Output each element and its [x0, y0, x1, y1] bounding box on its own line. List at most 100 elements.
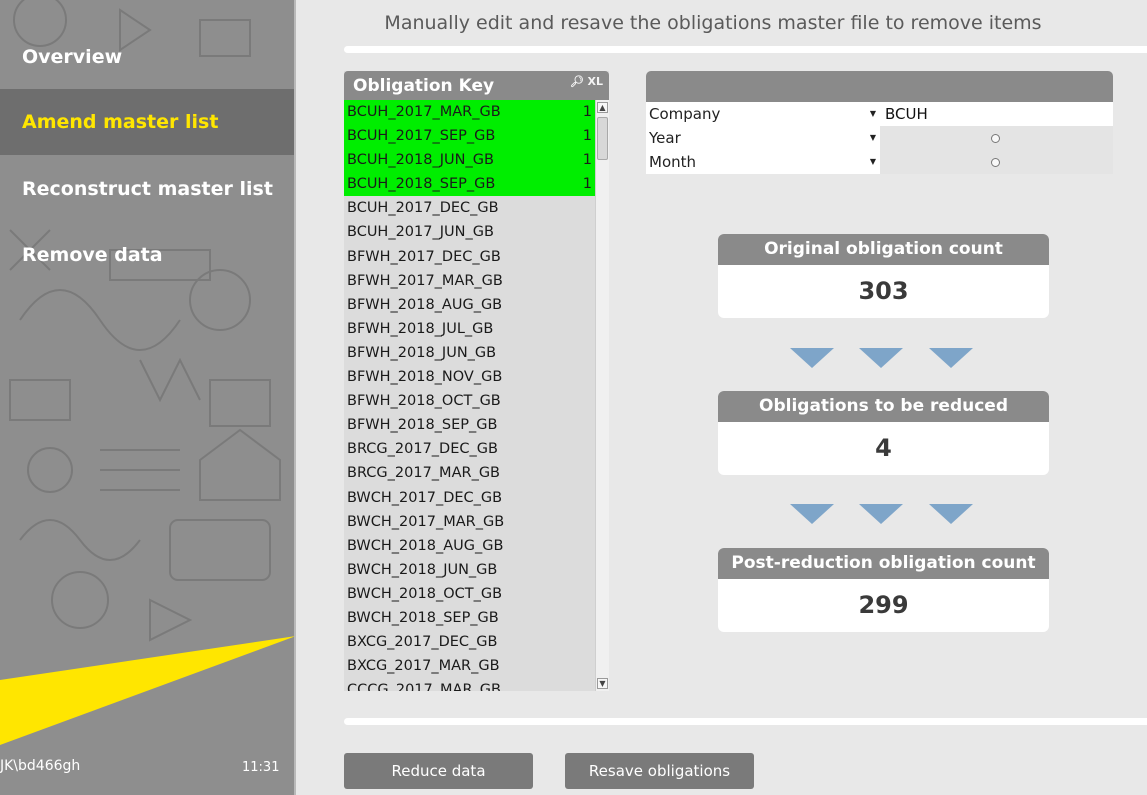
list-item-label: BCUH_2017_DEC_GB: [347, 200, 499, 217]
list-item[interactable]: BRCG_2017_DEC_GB: [344, 437, 595, 461]
kpi-to-be-reduced: Obligations to be reduced 4: [718, 391, 1049, 475]
dropdown-caret-icon[interactable]: ▼: [870, 150, 876, 174]
sidebar-item-amend-master-list[interactable]: Amend master list: [0, 89, 296, 155]
list-item-frequency: 1: [582, 176, 592, 193]
dropdown-caret-icon[interactable]: ▼: [870, 102, 876, 126]
sidebar-item-overview[interactable]: Overview: [0, 24, 296, 90]
sidebar-item-remove-data[interactable]: Remove data: [0, 222, 296, 288]
multibox-value-month[interactable]: [880, 150, 1113, 174]
sidebar-edge: [294, 0, 296, 795]
list-item[interactable]: BWCH_2017_DEC_GB: [344, 486, 595, 510]
resave-obligations-button[interactable]: Resave obligations: [565, 753, 754, 789]
clock: 11:31: [242, 760, 280, 775]
list-item[interactable]: BRCG_2017_MAR_GB: [344, 461, 595, 485]
sidebar-item-label: Remove data: [22, 244, 163, 266]
listbox-scrollbar[interactable]: ▲ ▼: [595, 100, 609, 691]
list-item[interactable]: BCUH_2017_JUN_GB: [344, 220, 595, 244]
list-item[interactable]: BWCH_2018_SEP_GB: [344, 606, 595, 630]
list-item-label: BWCH_2017_MAR_GB: [347, 513, 505, 530]
scroll-down-icon[interactable]: ▼: [597, 678, 608, 689]
list-item[interactable]: BWCH_2018_AUG_GB: [344, 534, 595, 558]
bottom-divider: [344, 718, 1147, 725]
listbox-rows: BCUH_2017_MAR_GB 1 BCUH_2017_SEP_GB 1 BCUH_2…: [344, 100, 595, 691]
kpi-title: Obligations to be reduced: [718, 391, 1049, 422]
sidebar-item-label: Reconstruct master list: [22, 178, 273, 200]
sidebar-item-label: Amend master list: [22, 111, 219, 133]
list-item[interactable]: BCUH_2017_SEP_GB 1: [344, 124, 595, 149]
list-item-label: BFWH_2017_DEC_GB: [347, 248, 501, 265]
list-item-label: BXCG_2017_DEC_GB: [347, 634, 498, 651]
list-item[interactable]: BFWH_2018_JUN_GB: [344, 341, 595, 365]
down-arrow-icon: [790, 348, 834, 368]
kpi-value: 303: [858, 277, 909, 305]
sidebar-item-label: Overview: [22, 46, 123, 68]
list-item-label: BFWH_2018_JUL_GB: [347, 320, 494, 337]
list-item[interactable]: BFWH_2018_JUL_GB: [344, 317, 595, 341]
reduce-data-button[interactable]: Reduce data: [344, 753, 533, 789]
multibox-value-year[interactable]: [880, 126, 1113, 150]
list-item[interactable]: BFWH_2017_MAR_GB: [344, 269, 595, 293]
search-icon[interactable]: 🔎︎: [570, 75, 584, 88]
sidebar: Overview Amend master list Reconstruct m…: [0, 0, 296, 795]
list-item[interactable]: BFWH_2017_DEC_GB: [344, 245, 595, 269]
list-item-label: BFWH_2017_MAR_GB: [347, 272, 503, 289]
filter-multibox: Company ▼ BCUH Year ▼ Month ▼: [646, 71, 1113, 174]
list-item-label: BWCH_2018_AUG_GB: [347, 537, 504, 554]
kpi-title: Post-reduction obligation count: [718, 548, 1049, 579]
page-title: Manually edit and resave the obligations…: [384, 12, 1042, 34]
multibox-row-year[interactable]: Year ▼: [646, 126, 1113, 150]
list-item-label: BFWH_2018_NOV_GB: [347, 369, 503, 386]
list-item-frequency: 1: [582, 104, 592, 120]
kpi-title: Original obligation count: [718, 234, 1049, 265]
list-item-label: BCUH_2018_SEP_GB: [347, 176, 496, 193]
list-item[interactable]: BFWH_2018_SEP_GB: [344, 413, 595, 437]
empty-value-icon: [991, 158, 1000, 167]
list-item[interactable]: BWCH_2018_JUN_GB: [344, 558, 595, 582]
kpi-value: 4: [875, 434, 892, 462]
multibox-header: [646, 71, 1113, 102]
list-item[interactable]: BFWH_2018_NOV_GB: [344, 365, 595, 389]
list-item-label: BWCH_2018_JUN_GB: [347, 561, 498, 578]
multibox-value-company[interactable]: BCUH: [880, 102, 1113, 126]
down-arrow-icon: [929, 348, 973, 368]
list-item-label: BFWH_2018_JUN_GB: [347, 344, 497, 361]
list-item-frequency: 1: [582, 128, 592, 145]
list-item[interactable]: BXCG_2017_MAR_GB: [344, 654, 595, 678]
down-arrow-icon: [929, 504, 973, 524]
sidebar-item-reconstruct-master-list[interactable]: Reconstruct master list: [0, 156, 296, 222]
list-item[interactable]: BCUH_2018_SEP_GB 1: [344, 172, 595, 197]
scroll-thumb[interactable]: [597, 117, 608, 160]
list-item[interactable]: CCCG_2017_MAR_GB: [344, 678, 595, 691]
list-item[interactable]: BWCH_2018_OCT_GB: [344, 582, 595, 606]
list-item-frequency: 1: [582, 152, 592, 169]
multibox-label: Company ▼: [646, 102, 880, 126]
list-item-label: BXCG_2017_MAR_GB: [347, 658, 500, 675]
list-item[interactable]: BCUH_2018_JUN_GB 1: [344, 148, 595, 173]
list-item-label: BWCH_2017_DEC_GB: [347, 489, 503, 506]
list-item[interactable]: BFWH_2018_AUG_GB: [344, 293, 595, 317]
list-item[interactable]: BWCH_2017_MAR_GB: [344, 510, 595, 534]
list-item-label: BRCG_2017_DEC_GB: [347, 441, 498, 458]
multibox-row-company[interactable]: Company ▼ BCUH: [646, 102, 1113, 126]
listbox-title: Obligation Key: [353, 76, 495, 96]
list-item[interactable]: BFWH_2018_OCT_GB: [344, 389, 595, 413]
dropdown-caret-icon[interactable]: ▼: [870, 126, 876, 150]
down-arrow-icon: [790, 504, 834, 524]
list-item-label: BWCH_2018_OCT_GB: [347, 585, 503, 602]
multibox-row-month[interactable]: Month ▼: [646, 150, 1113, 174]
list-item-label: BRCG_2017_MAR_GB: [347, 465, 501, 482]
empty-value-icon: [991, 134, 1000, 143]
obligation-key-listbox[interactable]: Obligation Key 🔎︎ XL BCUH_2017_MAR_GB 1 BC…: [344, 71, 609, 691]
scroll-up-icon[interactable]: ▲: [597, 102, 608, 113]
down-arrow-icon: [859, 504, 903, 524]
list-item-label: BCUH_2017_JUN_GB: [347, 224, 494, 241]
list-item-label: BFWH_2018_OCT_GB: [347, 393, 501, 410]
list-item-label: BCUH_2017_SEP_GB: [347, 128, 496, 145]
list-item[interactable]: BXCG_2017_DEC_GB: [344, 630, 595, 654]
export-excel-icon[interactable]: XL: [588, 75, 604, 88]
list-item-label: CCCG_2017_MAR_GB: [347, 682, 501, 691]
list-item[interactable]: BCUH_2017_MAR_GB 1: [344, 100, 595, 125]
list-item[interactable]: BCUH_2017_DEC_GB: [344, 196, 595, 220]
listbox-tools: 🔎︎ XL: [570, 67, 603, 97]
kpi-value: 299: [858, 591, 909, 619]
